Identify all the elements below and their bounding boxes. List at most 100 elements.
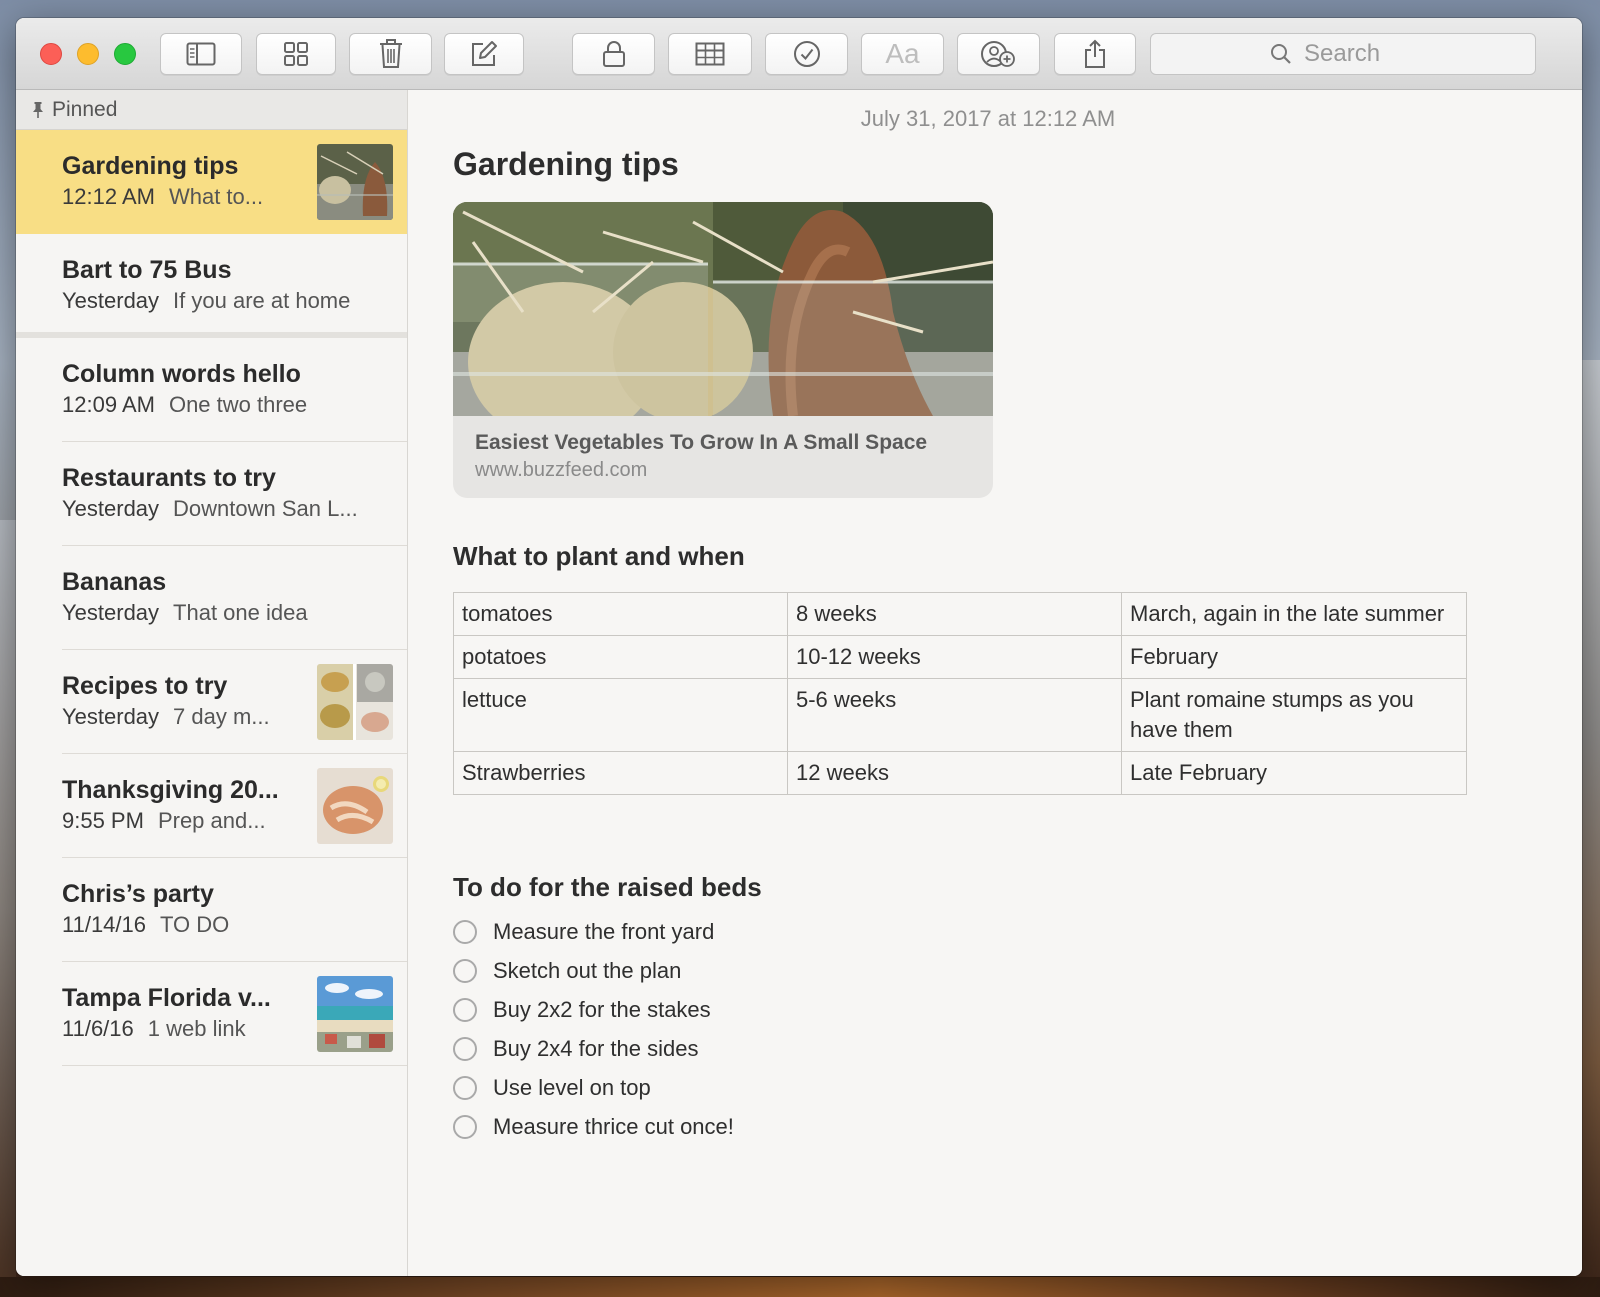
checkbox[interactable] [453,919,477,944]
checkbox[interactable] [453,1036,477,1061]
delete-button[interactable] [349,33,432,75]
table-cell[interactable]: Plant romaine stumps as you have them [1121,678,1467,752]
note-thumbnail [317,976,393,1052]
gallery-view-button[interactable] [256,33,336,75]
table-row: potatoes 10-12 weeks February [453,635,1467,679]
checkbox[interactable] [453,997,477,1022]
add-people-button[interactable] [957,33,1040,75]
lock-icon [602,41,625,67]
table-row: lettuce 5-6 weeks Plant romaine stumps a… [453,678,1467,752]
minimize-button[interactable] [77,43,99,65]
search-input[interactable] [1302,39,1416,69]
note-meta: Yesterday That one idea [62,598,407,628]
note-timestamp: July 31, 2017 at 12:12 AM [860,106,1116,131]
note-snippet: Downtown San L... [173,496,358,521]
note-editor[interactable]: July 31, 2017 at 12:12 AM Gardening tips [408,90,1582,1276]
grid-icon [284,42,308,66]
checklist-text: Measure thrice cut once! [493,1113,734,1139]
checklist-text: Buy 2x4 for the sides [493,1035,699,1061]
table-cell[interactable]: Strawberries [453,751,788,795]
lock-button[interactable] [572,33,655,75]
notes-window: Aa Pinned Gardening tips 12:12 AM What to… [16,18,1582,1276]
note-date: Yesterday [62,288,160,313]
todo-checklist: Measure the front yard Sketch out the pl… [453,912,734,1146]
pin-icon [33,101,43,118]
note-snippet: That one idea [173,600,308,625]
table-cell[interactable]: March, again in the late summer [1121,592,1467,636]
note-date: Yesterday [62,496,160,521]
table-cell[interactable]: 8 weeks [787,592,1122,636]
search-field[interactable] [1150,33,1536,75]
note-date: 12:12 AM [62,184,155,209]
note-item-chris-party[interactable]: Chris’s party 11/14/16 TO DO [16,858,407,962]
add-people-icon [980,41,1015,67]
table-icon [695,42,725,66]
table-cell[interactable]: 10-12 weeks [787,635,1122,679]
checkbox[interactable] [453,1114,477,1139]
table-row: Strawberries 12 weeks Late February [453,751,1467,795]
note-date: 11/14/16 [62,912,147,937]
note-title: Bart to 75 Bus [62,256,232,284]
link-preview-image [453,202,993,442]
checkbox[interactable] [453,958,477,983]
link-url: www.buzzfeed.com [475,459,648,481]
close-button[interactable] [40,43,62,65]
search-icon [1271,44,1291,64]
sidebar-toggle-button[interactable] [160,33,242,75]
table-cell[interactable]: Late February [1121,751,1467,795]
note-item-bananas[interactable]: Bananas Yesterday That one idea [16,546,407,650]
note-date: Yesterday [62,704,160,729]
note-snippet: 7 day m... [173,704,270,729]
note-snippet: TO DO [160,912,230,937]
note-item-bart-to-75-bus[interactable]: Bart to 75 Bus Yesterday If you are at ho… [16,234,407,338]
format-button[interactable]: Aa [861,33,944,75]
checkmark-circle-icon [793,41,820,67]
note-item-thanksgiving[interactable]: Thanksgiving 20... 9:55 PM Prep and... [16,754,407,858]
note-date: 9:55 PM [62,808,144,833]
notes-list: Pinned Gardening tips 12:12 AM What to...… [16,90,408,1276]
zoom-button[interactable] [114,43,136,65]
compose-button[interactable] [444,33,524,75]
note-date: 11/6/16 [62,1016,134,1041]
link-title: Easiest Vegetables To Grow In A Small Sp… [475,431,928,454]
compose-icon [472,41,497,66]
note-item-gardening-tips[interactable]: Gardening tips 12:12 AM What to... [16,130,407,234]
checklist-text: Buy 2x2 for the stakes [493,996,711,1022]
note-snippet: What to... [168,184,264,209]
format-label: Aa [885,38,920,69]
note-heading: Gardening tips [453,146,679,182]
pinned-label: Pinned [52,97,118,121]
checkbox[interactable] [453,1075,477,1100]
note-title: Column words hello [62,360,301,388]
note-date: Yesterday [62,600,160,625]
planting-table[interactable]: tomatoes 8 weeks March, again in the lat… [453,592,1467,795]
note-snippet: 1 web link [147,1016,246,1041]
table-cell[interactable]: lettuce [453,678,788,752]
note-title: Chris’s party [62,880,214,908]
link-preview-card[interactable]: Easiest Vegetables To Grow In A Small Sp… [453,202,993,498]
note-item-column-words-hello[interactable]: Column words hello 12:09 AM One two three [16,338,407,442]
table-cell[interactable]: potatoes [453,635,788,679]
note-item-restaurants-to-try[interactable]: Restaurants to try Yesterday Downtown San… [16,442,407,546]
checklist-button[interactable] [765,33,848,75]
table-button[interactable] [668,33,752,75]
share-button[interactable] [1054,33,1136,75]
note-title: Restaurants to try [62,464,276,492]
checklist-text: Measure the front yard [493,918,715,944]
table-cell[interactable]: February [1121,635,1467,679]
divider [62,1065,407,1066]
table-cell[interactable]: tomatoes [453,592,788,636]
checklist-item: Measure thrice cut once! [453,1107,734,1146]
table-cell[interactable]: 12 weeks [787,751,1122,795]
table-cell[interactable]: 5-6 weeks [787,678,1122,752]
note-item-recipes-to-try[interactable]: Recipes to try Yesterday 7 day m... [16,650,407,754]
checklist-item: Measure the front yard [453,912,734,951]
note-title: Bananas [62,568,167,596]
checklist-item: Buy 2x2 for the stakes [453,990,734,1029]
todo-heading: To do for the raised beds [453,872,762,902]
share-icon [1085,39,1105,68]
sidebar-icon [186,42,216,66]
note-item-tampa-florida[interactable]: Tampa Florida v... 11/6/16 1 web link [16,962,407,1066]
note-meta: 11/14/16 TO DO [62,910,407,940]
checklist-item: Buy 2x4 for the sides [453,1029,734,1068]
